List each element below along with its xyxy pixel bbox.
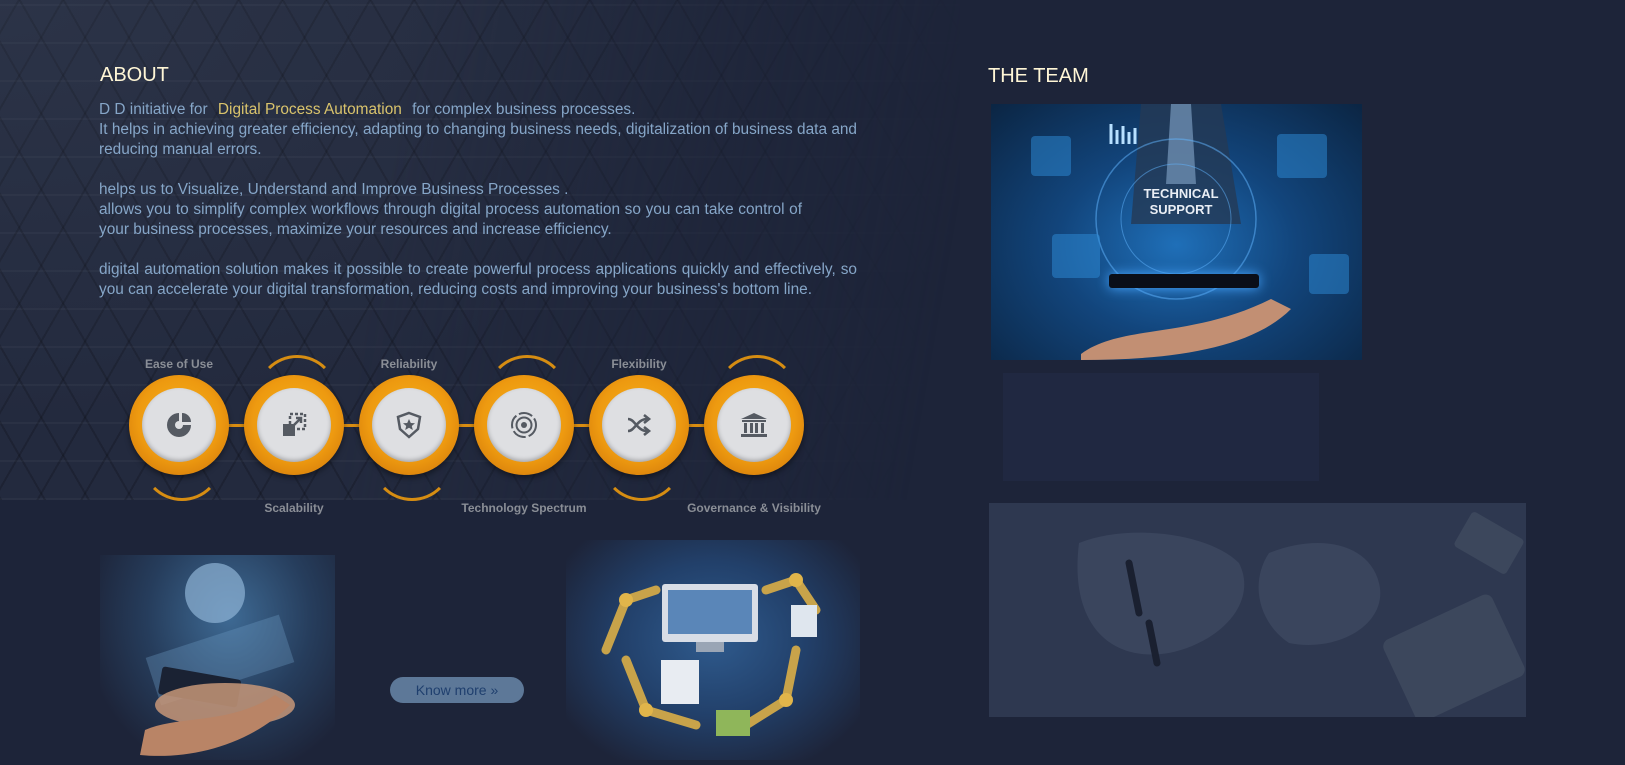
about-paragraph-1: D D initiative for Digital Process Autom… [99, 100, 857, 160]
digital-hand-image [100, 555, 335, 760]
feature-label: Ease of Use [144, 357, 214, 371]
institution-icon [717, 388, 791, 462]
technical-support-label-2: SUPPORT [1149, 202, 1213, 217]
desk-map-image [989, 503, 1526, 722]
shuffle-icon [602, 388, 676, 462]
shield-star-icon [372, 388, 446, 462]
about-p2-rest: allows you to simplify complex workflows… [99, 201, 802, 238]
feature-scalability: Scalability [244, 355, 344, 515]
pie-chart-icon [142, 388, 216, 462]
team-title: THE TEAM [988, 65, 1089, 87]
about-title: ABOUT [100, 64, 169, 86]
feature-reliability: Reliability [359, 357, 459, 501]
target-icon [487, 388, 561, 462]
about-p2-line1: helps us to Visualize, Understand and Im… [99, 181, 569, 198]
tablet [1109, 274, 1259, 288]
feature-label: Flexibility [611, 357, 667, 371]
about-text: D D initiative for Digital Process Autom… [99, 100, 857, 320]
feature-technology-spectrum: Technology Spectrum [461, 355, 587, 515]
about-p1-suffix: for complex business processes. [412, 101, 636, 118]
feature-label: Technology Spectrum [461, 501, 587, 515]
feature-label: Governance & Visibility [687, 501, 821, 515]
technical-support-label: TECHNICAL SUPPORT [1131, 186, 1231, 218]
feature-governance-visibility: Governance & Visibility [687, 355, 821, 515]
about-paragraph-3: digital automation solution makes it pos… [99, 261, 857, 298]
features-row: Ease of Use Scalability Reliability Tech… [125, 355, 821, 515]
process-automation-image [566, 540, 860, 760]
know-more-button[interactable]: Know more » [390, 677, 524, 703]
technical-support-image: TECHNICAL SUPPORT [991, 104, 1362, 360]
technical-support-label-1: TECHNICAL [1143, 186, 1219, 201]
resize-icon [257, 388, 331, 462]
feature-label: Scalability [264, 501, 324, 515]
feature-label: Reliability [380, 357, 438, 371]
about-paragraph-2: helps us to Visualize, Understand and Im… [99, 180, 802, 240]
feature-ease-of-use: Ease of Use [129, 357, 229, 501]
about-p1-rest: It helps in achieving greater efficiency… [99, 121, 857, 158]
about-highlight: Digital Process Automation [217, 101, 402, 118]
feature-flexibility: Flexibility [589, 357, 689, 501]
faded-panel [1003, 373, 1319, 481]
about-p1-prefix: D D initiative for [99, 101, 208, 118]
